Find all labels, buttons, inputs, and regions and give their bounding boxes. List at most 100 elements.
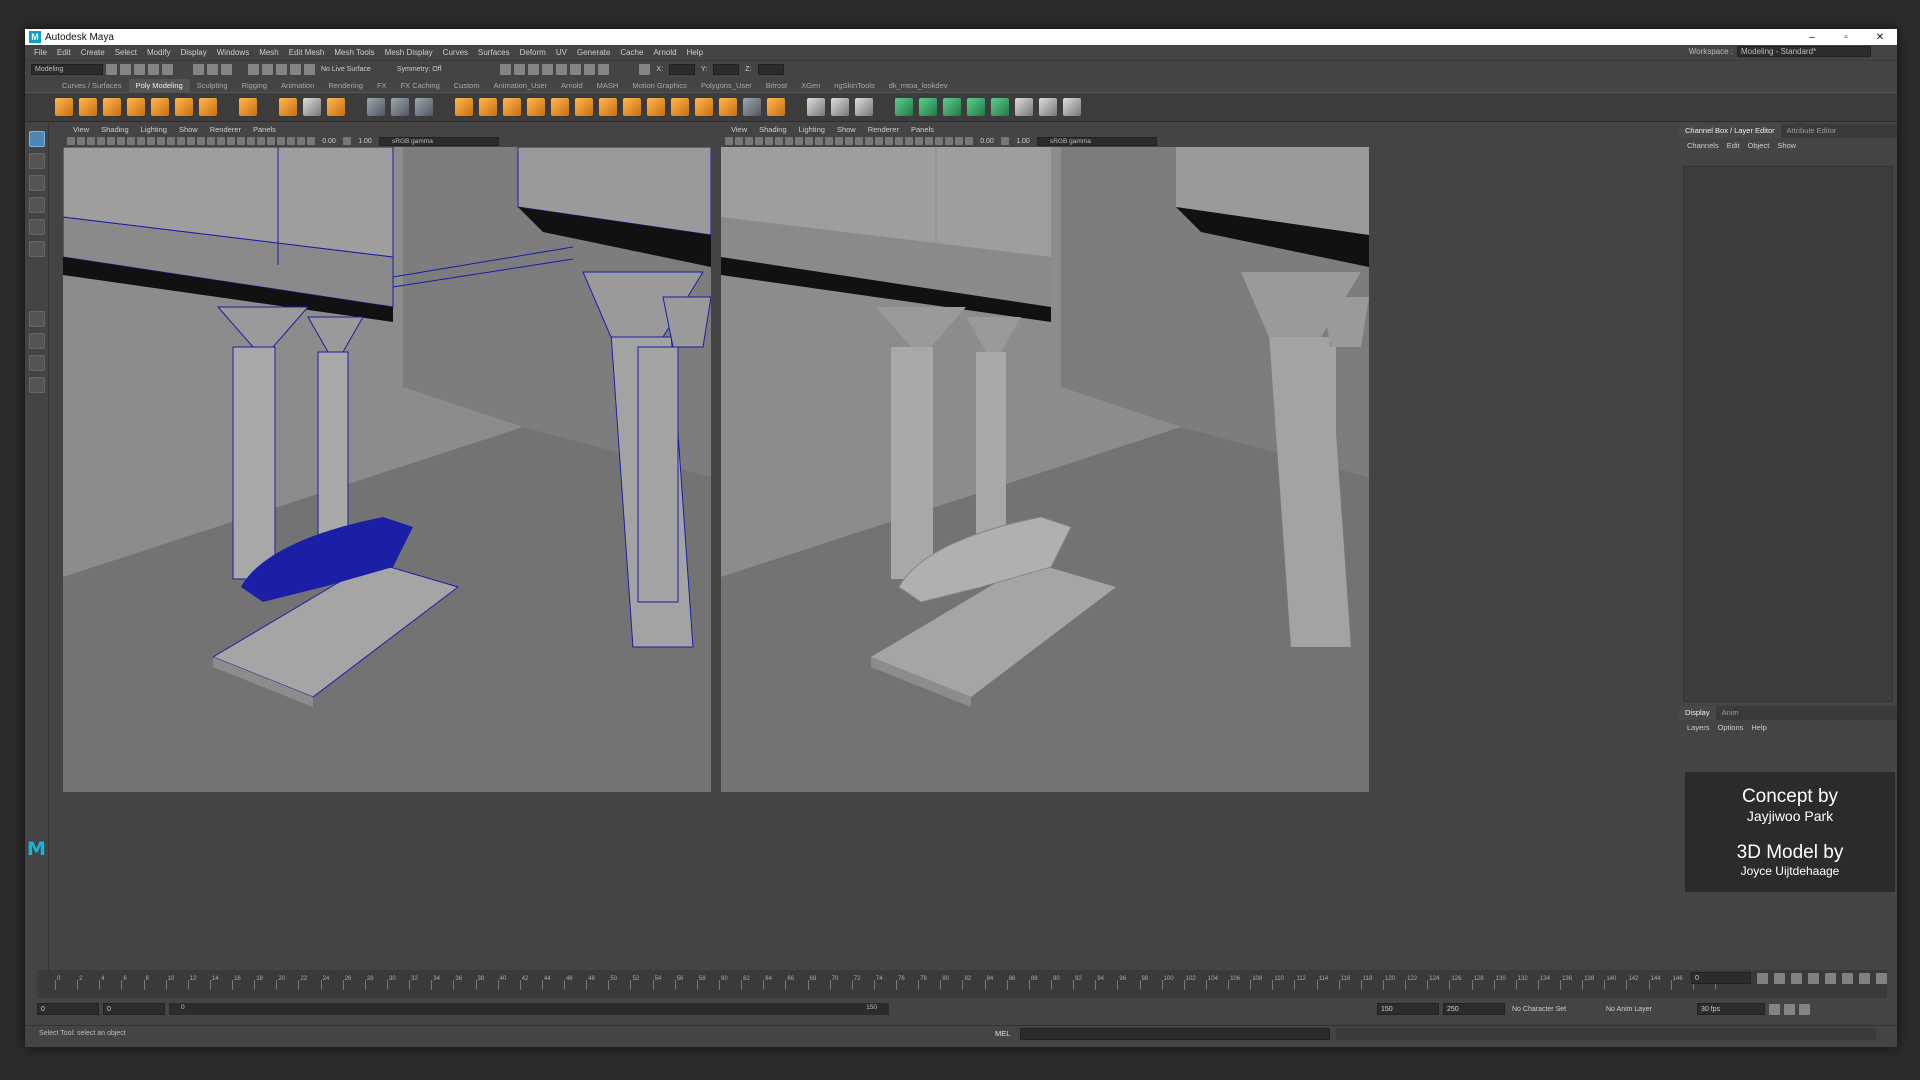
new-scene-icon[interactable]: [106, 64, 117, 75]
color-space-dropdown[interactable]: sRGB gamma: [1037, 136, 1157, 146]
shelf-tab[interactable]: Sculpting: [190, 79, 235, 92]
select-tool-icon[interactable]: [29, 131, 45, 147]
maximize-button[interactable]: ▫: [1829, 32, 1863, 43]
triangulate-icon[interactable]: [743, 98, 761, 116]
step-back-key-icon[interactable]: [1774, 972, 1785, 984]
menu-edit-mesh[interactable]: Edit Mesh: [284, 48, 330, 57]
snap-plane-icon[interactable]: [290, 64, 301, 75]
channel-box-area[interactable]: [1683, 166, 1893, 702]
exposure-icon[interactable]: [965, 137, 973, 145]
grid-icon[interactable]: [765, 137, 773, 145]
bookmark-icon[interactable]: [87, 137, 95, 145]
select-hierarchy-icon[interactable]: [193, 64, 204, 75]
snap-surface-icon[interactable]: [304, 64, 315, 75]
fps-dropdown[interactable]: 30 fps: [1697, 1003, 1765, 1015]
transform-input-icon[interactable]: [639, 64, 651, 75]
two-view-icon[interactable]: [29, 355, 45, 371]
menu-options[interactable]: Options: [1714, 723, 1748, 732]
snap-grid-icon[interactable]: [248, 64, 259, 75]
extract-icon[interactable]: [671, 98, 689, 116]
viewport-right[interactable]: View Shading Lighting Show Renderer Pane…: [719, 124, 1371, 909]
camera-attr-icon[interactable]: [735, 137, 743, 145]
vp-menu-panels[interactable]: Panels: [247, 125, 282, 134]
shelf-tab[interactable]: XGen: [794, 79, 827, 92]
insert-edge-loop-icon[interactable]: [831, 98, 849, 116]
wireframe-on-shaded-icon[interactable]: [197, 137, 205, 145]
menu-edit[interactable]: Edit: [52, 48, 76, 57]
menu-curves[interactable]: Curves: [438, 48, 473, 57]
gamma-icon[interactable]: [1001, 137, 1009, 145]
wireframe-icon[interactable]: [835, 137, 843, 145]
color-space-dropdown[interactable]: sRGB gamma: [379, 136, 499, 146]
live-surface-label[interactable]: No Live Surface: [318, 66, 374, 73]
tab-display-layers[interactable]: Display: [1679, 706, 1716, 720]
shelf-tab[interactable]: Rendering: [321, 79, 370, 92]
depth-of-field-icon[interactable]: [925, 137, 933, 145]
xray-joints-icon[interactable]: [297, 137, 305, 145]
auto-key-icon[interactable]: [1784, 1003, 1795, 1015]
menu-select[interactable]: Select: [110, 48, 142, 57]
ambient-occlusion-icon[interactable]: [237, 137, 245, 145]
step-forward-icon[interactable]: [1842, 972, 1853, 984]
menu-windows[interactable]: Windows: [212, 48, 254, 57]
shelf-tab[interactable]: Curves / Surfaces: [55, 79, 129, 92]
anti-alias-icon[interactable]: [915, 137, 923, 145]
ambient-occlusion-icon[interactable]: [895, 137, 903, 145]
uv-planar-icon[interactable]: [895, 98, 913, 116]
poly-cylinder-icon[interactable]: [103, 98, 121, 116]
menu-deform[interactable]: Deform: [515, 48, 551, 57]
uv-layout-icon[interactable]: [1063, 98, 1081, 116]
single-view-icon[interactable]: [29, 311, 45, 327]
open-scene-icon[interactable]: [120, 64, 131, 75]
menu-cache[interactable]: Cache: [615, 48, 648, 57]
shelf-tab[interactable]: Polygons_User: [694, 79, 759, 92]
shelf-tab[interactable]: Animation_User: [487, 79, 554, 92]
select-object-icon[interactable]: [207, 64, 218, 75]
snap-point-icon[interactable]: [276, 64, 287, 75]
depth-of-field-icon[interactable]: [267, 137, 275, 145]
motion-blur-icon[interactable]: [905, 137, 913, 145]
save-scene-icon[interactable]: [134, 64, 145, 75]
menu-file[interactable]: File: [29, 48, 52, 57]
boolean-icon[interactable]: [455, 98, 473, 116]
uv-unfold-icon[interactable]: [991, 98, 1009, 116]
camera-icon[interactable]: [67, 137, 75, 145]
wireframe-on-shaded-icon[interactable]: [855, 137, 863, 145]
anim-layer-dropdown[interactable]: No Anim Layer: [1603, 1006, 1693, 1013]
close-button[interactable]: ✕: [1863, 32, 1897, 43]
tab-channel-box[interactable]: Channel Box / Layer Editor: [1679, 124, 1781, 138]
menu-mesh-display[interactable]: Mesh Display: [380, 48, 438, 57]
safe-title-icon[interactable]: [167, 137, 175, 145]
x-field[interactable]: [669, 64, 696, 75]
uv-automatic-icon[interactable]: [967, 98, 985, 116]
exposure-icon[interactable]: [307, 137, 315, 145]
select-component-icon[interactable]: [221, 64, 232, 75]
safe-action-icon[interactable]: [815, 137, 823, 145]
shelf-tab[interactable]: Custom: [447, 79, 487, 92]
shelf-tab[interactable]: Rigging: [235, 79, 274, 92]
shadows-icon[interactable]: [227, 137, 235, 145]
combine-icon[interactable]: [367, 98, 385, 116]
menu-layers[interactable]: Layers: [1683, 723, 1714, 732]
resolution-gate-icon[interactable]: [127, 137, 135, 145]
snap-curve-icon[interactable]: [262, 64, 273, 75]
vp-menu-show[interactable]: Show: [831, 125, 862, 134]
undo-icon[interactable]: [148, 64, 159, 75]
separate-icon[interactable]: [391, 98, 409, 116]
gamma-icon[interactable]: [343, 137, 351, 145]
mel-input[interactable]: [1020, 1027, 1331, 1040]
merge-icon[interactable]: [599, 98, 617, 116]
history-icon[interactable]: [500, 64, 512, 75]
range-bar[interactable]: 0 150: [169, 1003, 889, 1015]
minimize-button[interactable]: –: [1795, 32, 1829, 43]
vp-menu-view[interactable]: View: [67, 125, 95, 134]
anim-end-field[interactable]: 250: [1443, 1003, 1505, 1015]
xray-icon[interactable]: [287, 137, 295, 145]
menu-arnold[interactable]: Arnold: [648, 48, 681, 57]
time-slider[interactable]: 0 2 4 6 8 10 12 14 16 18 20 22 24 26 28 30 32 34 36 38 40 42 4…: [37, 970, 1887, 998]
shelf-tab[interactable]: Animation: [274, 79, 321, 92]
platonic-solid-icon[interactable]: [239, 98, 257, 116]
menu-mesh-tools[interactable]: Mesh Tools: [329, 48, 379, 57]
menu-display[interactable]: Display: [176, 48, 212, 57]
shelf-tab[interactable]: FX Caching: [394, 79, 447, 92]
